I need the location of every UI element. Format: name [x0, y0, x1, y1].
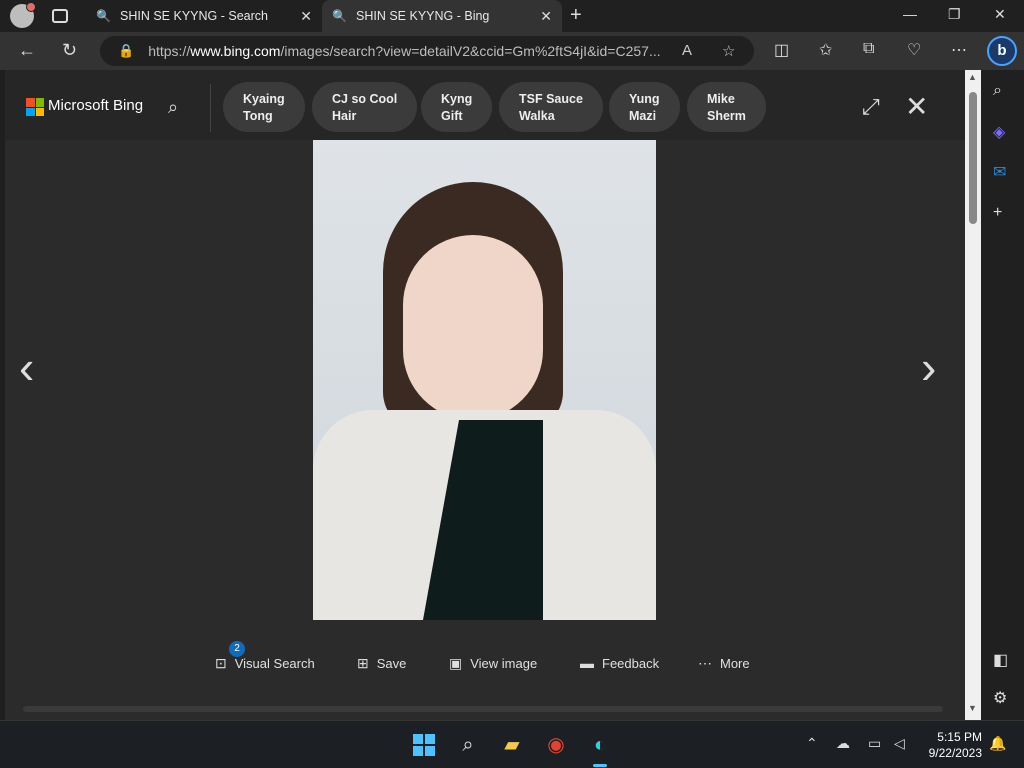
more-icon: ⋯: [698, 655, 712, 671]
save-icon: ⊞: [357, 655, 369, 671]
new-tab-button[interactable]: +: [570, 4, 582, 27]
related-search-chip[interactable]: Kyng Gift: [421, 82, 493, 132]
related-search-chip[interactable]: Yung Mazi: [609, 82, 680, 132]
horizontal-scrollbar[interactable]: [23, 706, 943, 712]
save-button[interactable]: ⊞ Save: [357, 655, 406, 672]
outlook-icon[interactable]: ✉: [993, 162, 1006, 182]
search-favicon-icon: 🔍: [332, 9, 347, 23]
close-tab-icon[interactable]: ✕: [300, 8, 312, 25]
close-icon[interactable]: ✕: [905, 90, 928, 123]
back-icon[interactable]: ←: [18, 40, 36, 61]
vertical-scrollbar[interactable]: ▲ ▼: [965, 70, 981, 720]
tab-actions-icon[interactable]: [52, 9, 68, 23]
settings-icon[interactable]: ⚙: [993, 688, 1007, 708]
image-actions: ⊡ Visual Search 2 ⊞ Save ▣ View image ▬ …: [5, 641, 965, 682]
hide-sidebar-icon[interactable]: ◧: [993, 650, 1008, 670]
search-taskbar-icon[interactable]: ⌕: [455, 732, 481, 758]
more-button[interactable]: ⋯ More: [698, 655, 750, 672]
performance-icon[interactable]: ♡: [907, 40, 921, 60]
related-search-chip[interactable]: TSF Sauce Walka: [499, 82, 603, 132]
close-tab-icon[interactable]: ✕: [540, 8, 552, 25]
close-window-button[interactable]: ✕: [994, 6, 1006, 23]
start-icon[interactable]: [411, 732, 437, 758]
navigation-bar: ← ↻ 🔒 https://www.bing.com/images/search…: [0, 32, 1024, 70]
minimize-button[interactable]: —: [903, 6, 917, 22]
related-search-chip[interactable]: Mike Sherm: [687, 82, 766, 132]
notification-bell-icon[interactable]: 🔔: [989, 735, 1006, 752]
favorite-star-icon[interactable]: ☆: [722, 42, 735, 60]
tab-bing[interactable]: 🔍 SHIN SE KYYNG - Bing ✕: [322, 0, 562, 32]
file-explorer-icon[interactable]: ▰: [499, 732, 525, 758]
expand-icon[interactable]: ⤢: [862, 94, 880, 120]
sidebar-search-icon[interactable]: ⌕: [993, 82, 1002, 100]
refresh-icon[interactable]: ↻: [62, 40, 77, 61]
clock[interactable]: 5:15 PM 9/22/2023: [920, 729, 982, 761]
url-text[interactable]: https://www.bing.com/images/search?view=…: [148, 43, 668, 59]
split-screen-icon[interactable]: ◫: [774, 40, 789, 60]
active-app-indicator: [593, 764, 607, 767]
network-icon[interactable]: ▭: [868, 735, 881, 752]
copilot-sidebar-icon[interactable]: ◈: [993, 122, 1005, 142]
next-image-arrow-icon[interactable]: ›: [921, 340, 936, 394]
onedrive-icon[interactable]: ☁: [836, 735, 850, 752]
lock-icon[interactable]: 🔒: [118, 43, 134, 59]
related-search-chip[interactable]: Kyaing Tong: [223, 82, 305, 132]
tab-title: SHIN SE KYYNG - Search: [120, 9, 268, 23]
more-options-icon[interactable]: ⋯: [951, 40, 967, 60]
collections-icon[interactable]: ⧉: [863, 40, 874, 58]
image-detail-viewer: Microsoft Bing ⌕ Kyaing Tong CJ so Cool Ha…: [5, 70, 965, 720]
visual-search-icon: ⊡: [215, 655, 227, 671]
view-image-button[interactable]: ▣ View image: [449, 655, 537, 672]
scroll-down-icon[interactable]: ▼: [968, 703, 977, 713]
restore-button[interactable]: ❐: [948, 6, 961, 23]
bing-brand[interactable]: Microsoft Bing: [48, 97, 143, 114]
visual-search-badge: 2: [229, 641, 245, 657]
volume-muted-icon[interactable]: ◁: [894, 735, 905, 752]
scrollbar-thumb[interactable]: [969, 92, 977, 224]
profile-avatar[interactable]: [10, 2, 36, 28]
bing-header: Microsoft Bing ⌕ Kyaing Tong CJ so Cool Ha…: [5, 70, 965, 140]
main-image[interactable]: [313, 140, 656, 620]
view-image-icon: ▣: [449, 655, 463, 671]
related-search-chip[interactable]: CJ so Cool Hair: [312, 82, 418, 132]
favorites-icon[interactable]: ✩: [819, 40, 832, 60]
scroll-up-icon[interactable]: ▲: [968, 72, 977, 82]
address-bar[interactable]: 🔒 https://www.bing.com/images/search?vie…: [100, 36, 754, 66]
visual-search-button[interactable]: ⊡ Visual Search: [215, 655, 315, 672]
edge-sidebar: ⌕ ◈ ✉ + ◧ ⚙: [981, 70, 1024, 720]
chrome-icon[interactable]: ◉: [543, 732, 569, 758]
feedback-button[interactable]: ▬ Feedback: [580, 655, 659, 671]
search-icon[interactable]: ⌕: [168, 97, 178, 118]
tab-title: SHIN SE KYYNG - Bing: [356, 9, 490, 23]
read-aloud-icon[interactable]: A: [682, 42, 692, 59]
edge-icon[interactable]: ◐: [587, 732, 613, 758]
feedback-icon: ▬: [580, 655, 594, 671]
tab-search[interactable]: 🔍 SHIN SE KYYNG - Search ✕: [86, 0, 322, 32]
add-icon[interactable]: +: [993, 204, 1002, 222]
taskbar: ⌕ ▰ ◉ ◐ ⌃ ☁ ▭ ◁ 5:15 PM 9/22/2023 🔔: [0, 720, 1024, 768]
divider: [210, 84, 211, 132]
previous-image-arrow-icon[interactable]: ‹: [19, 340, 34, 394]
copilot-icon[interactable]: b: [987, 36, 1017, 66]
microsoft-logo-icon[interactable]: [26, 98, 44, 116]
search-favicon-icon: 🔍: [96, 9, 111, 23]
show-hidden-icons-icon[interactable]: ⌃: [806, 735, 818, 752]
